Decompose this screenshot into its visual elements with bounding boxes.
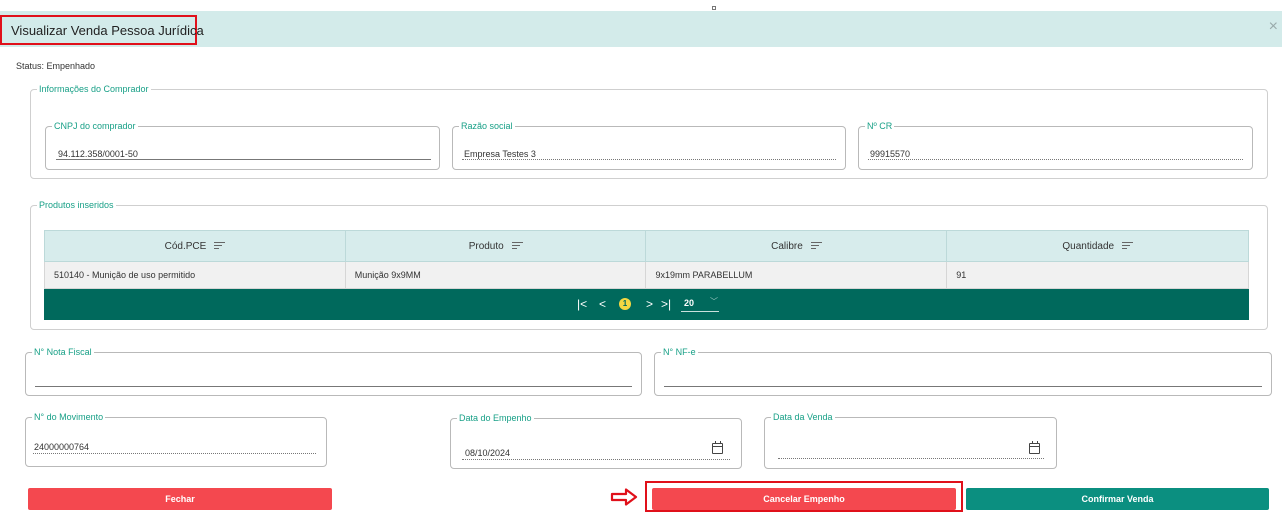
nfe-underline	[664, 386, 1262, 387]
razao-social-field[interactable]: Razão social	[452, 121, 846, 170]
nota-fiscal-field[interactable]: N° Nota Fiscal	[25, 347, 642, 396]
table-cell: 510140 - Munição de uso permitido	[44, 261, 346, 289]
column-header-codpce[interactable]: Cód.PCE	[44, 230, 346, 262]
column-header-calibre[interactable]: Calibre	[645, 230, 948, 262]
movimento-field[interactable]: N° do Movimento	[25, 412, 327, 467]
next-page-button[interactable]: >	[646, 297, 653, 311]
data-empenho-value: 08/10/2024	[465, 448, 511, 458]
close-icon[interactable]: ×	[1269, 19, 1278, 35]
sort-icon[interactable]	[810, 241, 822, 250]
nota-fiscal-underline	[35, 386, 632, 387]
table-cell: Munição 9x9MM	[344, 261, 647, 289]
column-header-label: Produto	[468, 240, 504, 252]
arrow-right-icon	[610, 488, 638, 506]
razao-social-underline	[462, 159, 836, 160]
sort-icon[interactable]	[511, 241, 523, 250]
fechar-button[interactable]: Fechar	[28, 488, 332, 510]
cnpj-field[interactable]: CNPJ do comprador	[45, 121, 440, 170]
column-header-label: Calibre	[771, 240, 803, 252]
column-header-produto[interactable]: Produto	[344, 230, 647, 262]
data-empenho-field[interactable]: Data do Empenho	[450, 413, 742, 469]
buyer-info-legend: Informações do Comprador	[39, 84, 149, 94]
nfe-field[interactable]: N° NF-e	[654, 347, 1272, 396]
nota-fiscal-label: N° Nota Fiscal	[34, 347, 92, 357]
table-cell: 9x19mm PARABELLUM	[645, 261, 948, 289]
cr-value: 99915570	[870, 149, 911, 159]
cr-field[interactable]: Nº CR	[858, 121, 1253, 170]
cnpj-label: CNPJ do comprador	[54, 121, 136, 131]
cr-label: Nº CR	[867, 121, 893, 131]
prev-page-button[interactable]: <	[599, 297, 606, 311]
data-venda-underline	[778, 458, 1044, 459]
title-highlight-annotation: Visualizar Venda Pessoa Jurídica	[0, 15, 204, 45]
products-table: Cód.PCE Produto Calibre Quantidade 51014…	[44, 230, 1249, 289]
current-page-indicator[interactable]: 1	[619, 298, 631, 310]
status-text: Status: Empenhado	[16, 61, 96, 71]
table-cell: 91	[946, 261, 1249, 289]
calendar-icon[interactable]	[712, 441, 723, 454]
page-size-underline	[681, 311, 719, 312]
data-venda-field[interactable]: Data da Venda	[764, 412, 1057, 469]
table-header-row: Cód.PCE Produto Calibre Quantidade	[44, 230, 1249, 262]
chevron-down-icon[interactable]: ﹀	[710, 296, 718, 307]
last-page-button[interactable]: >|	[661, 297, 671, 311]
sort-icon[interactable]	[1121, 241, 1133, 250]
cnpj-underline	[56, 159, 431, 160]
data-venda-label: Data da Venda	[773, 412, 833, 422]
first-page-button[interactable]: |<	[577, 297, 587, 311]
modal-title: Visualizar Venda Pessoa Jurídica	[11, 23, 204, 38]
pagination-bar: |< < 1 > >| 20 ﹀	[44, 289, 1249, 320]
movimento-underline	[33, 453, 316, 454]
column-header-label: Cód.PCE	[164, 240, 207, 252]
razao-social-label: Razão social	[461, 121, 513, 131]
table-row[interactable]: 510140 - Munição de uso permitido Muniçã…	[44, 261, 1249, 289]
razao-social-value: Empresa Testes 3	[464, 149, 536, 159]
sort-icon[interactable]	[214, 241, 226, 250]
confirmar-venda-button[interactable]: Confirmar Venda	[966, 488, 1269, 510]
cr-underline	[868, 159, 1243, 160]
movimento-value: 24000000764	[34, 442, 90, 452]
cancelar-empenho-button[interactable]: Cancelar Empenho	[652, 488, 956, 510]
products-legend: Produtos inseridos	[39, 200, 114, 210]
cnpj-value: 94.112.358/0001-50	[58, 149, 138, 159]
nfe-label: N° NF-e	[663, 347, 696, 357]
page-size-select[interactable]: 20	[684, 298, 694, 308]
calendar-icon[interactable]	[1029, 441, 1040, 454]
data-empenho-underline	[462, 459, 730, 460]
movimento-label: N° do Movimento	[34, 412, 104, 422]
column-header-quantidade[interactable]: Quantidade	[946, 230, 1249, 262]
resize-handle-icon	[712, 6, 716, 10]
column-header-label: Quantidade	[1062, 240, 1115, 252]
data-empenho-label: Data do Empenho	[459, 413, 532, 423]
